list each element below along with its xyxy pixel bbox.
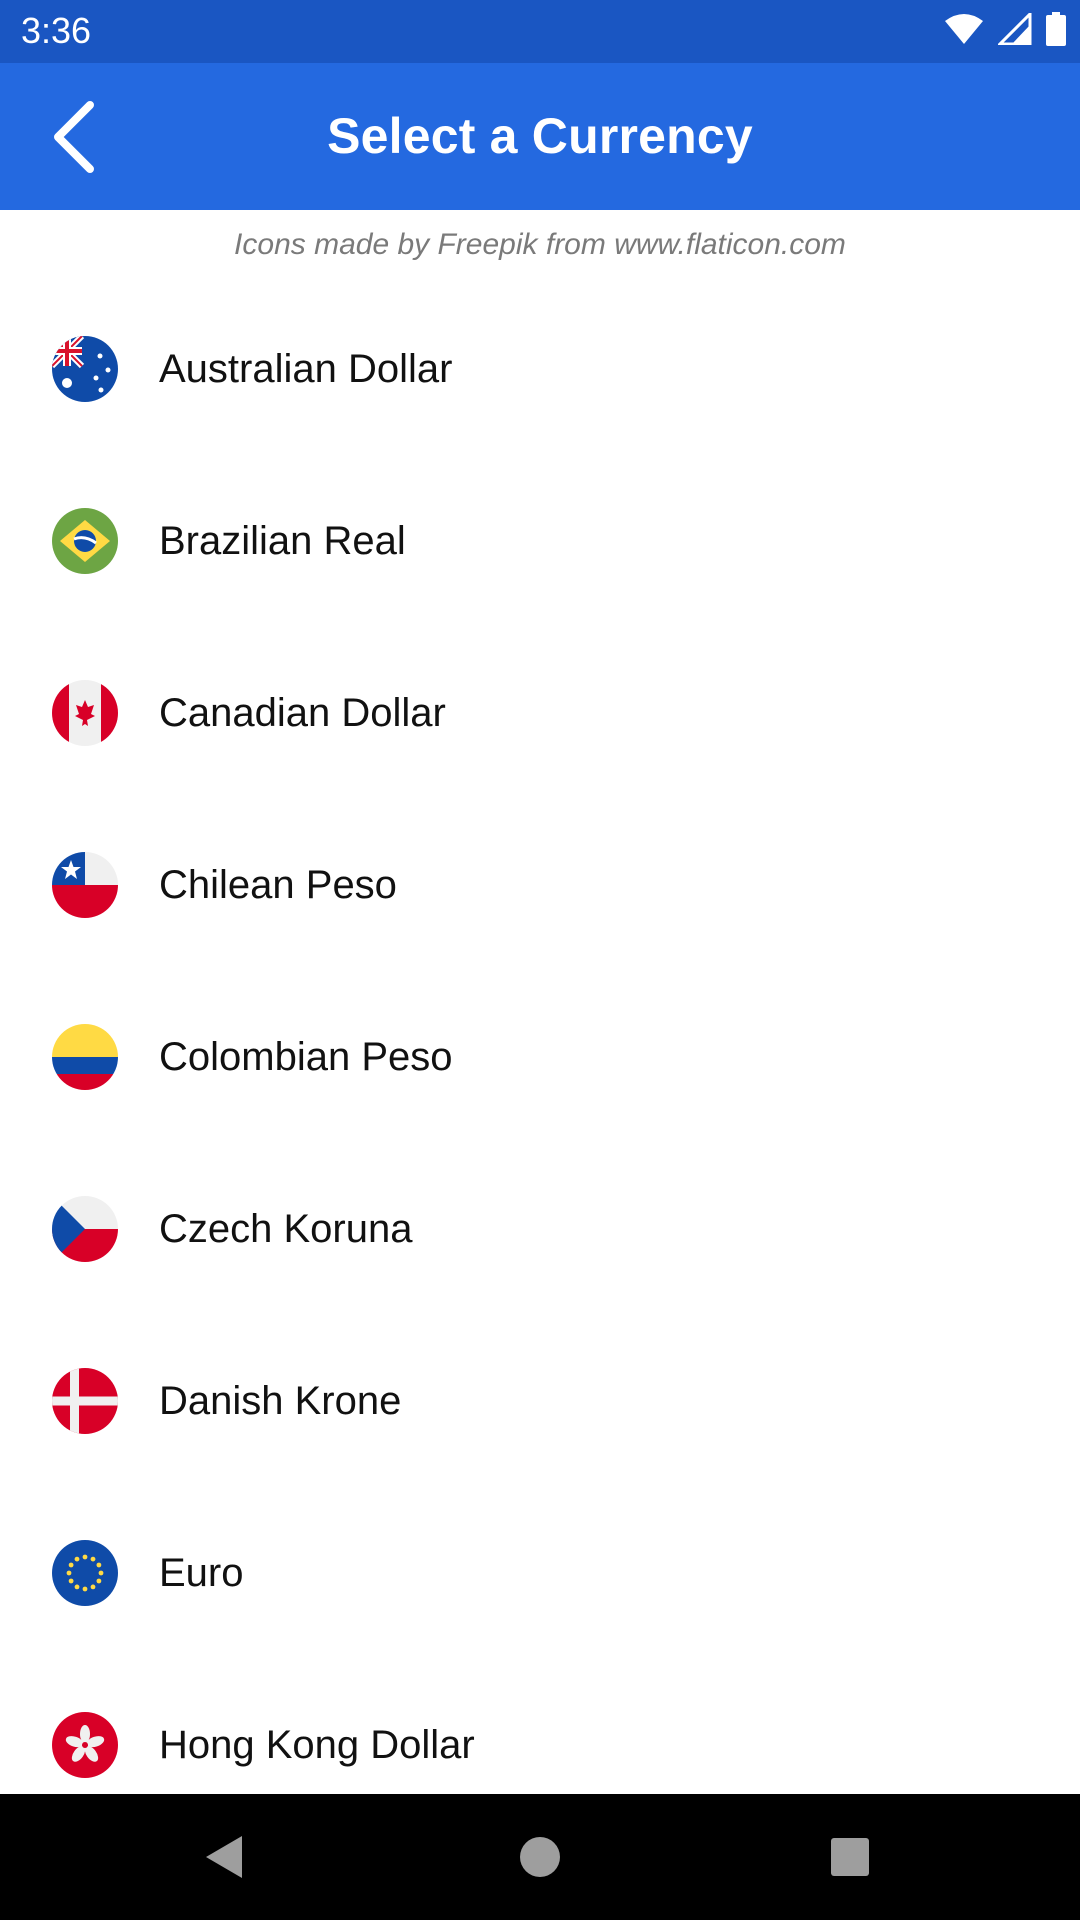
currency-label: Euro [159, 1550, 244, 1595]
currency-item-danish-krone[interactable]: Danish Krone [0, 1315, 1080, 1487]
eu-flag-icon [52, 1540, 118, 1606]
currency-item-australian-dollar[interactable]: Australian Dollar [0, 283, 1080, 455]
battery-icon [1046, 12, 1066, 46]
czech-flag-icon [52, 1196, 118, 1262]
currency-label: Brazilian Real [159, 518, 406, 563]
currency-item-canadian-dollar[interactable]: Canadian Dollar [0, 627, 1080, 799]
hong-kong-flag-icon [52, 1712, 118, 1778]
nav-home-button[interactable] [507, 1824, 573, 1890]
chile-flag-icon [52, 852, 118, 918]
app-bar: Select a Currency [0, 63, 1080, 210]
currency-label: Colombian Peso [159, 1034, 453, 1079]
currency-list: Australian Dollar Brazilian Real Canadia… [0, 283, 1080, 1831]
currency-label: Hong Kong Dollar [159, 1722, 475, 1767]
australia-flag-icon [52, 336, 118, 402]
denmark-flag-icon [52, 1368, 118, 1434]
currency-item-brazilian-real[interactable]: Brazilian Real [0, 455, 1080, 627]
icon-credit-text: Icons made by Freepik from www.flaticon.… [234, 228, 846, 261]
canada-flag-icon [52, 680, 118, 746]
system-nav-bar [0, 1794, 1080, 1920]
status-icons [944, 12, 1066, 46]
currency-item-colombian-peso[interactable]: Colombian Peso [0, 971, 1080, 1143]
status-time: 3:36 [21, 10, 92, 51]
currency-item-czech-koruna[interactable]: Czech Koruna [0, 1143, 1080, 1315]
currency-label: Chilean Peso [159, 862, 397, 907]
signal-icon [998, 13, 1032, 45]
brazil-flag-icon [52, 508, 118, 574]
nav-back-button[interactable] [192, 1824, 258, 1890]
nav-recents-button[interactable] [817, 1824, 883, 1890]
colombia-flag-icon [52, 1024, 118, 1090]
nav-recents-icon [831, 1838, 869, 1876]
currency-item-chilean-peso[interactable]: Chilean Peso [0, 799, 1080, 971]
page-title: Select a Currency [327, 108, 753, 164]
currency-item-euro[interactable]: Euro [0, 1487, 1080, 1659]
nav-back-icon [206, 1836, 242, 1878]
currency-label: Danish Krone [159, 1378, 402, 1423]
wifi-icon [945, 14, 983, 44]
status-bar: 3:36 [0, 0, 1080, 63]
currency-label: Canadian Dollar [159, 690, 446, 735]
currency-label: Australian Dollar [159, 346, 453, 391]
currency-label: Czech Koruna [159, 1206, 413, 1251]
nav-home-icon [520, 1837, 560, 1877]
